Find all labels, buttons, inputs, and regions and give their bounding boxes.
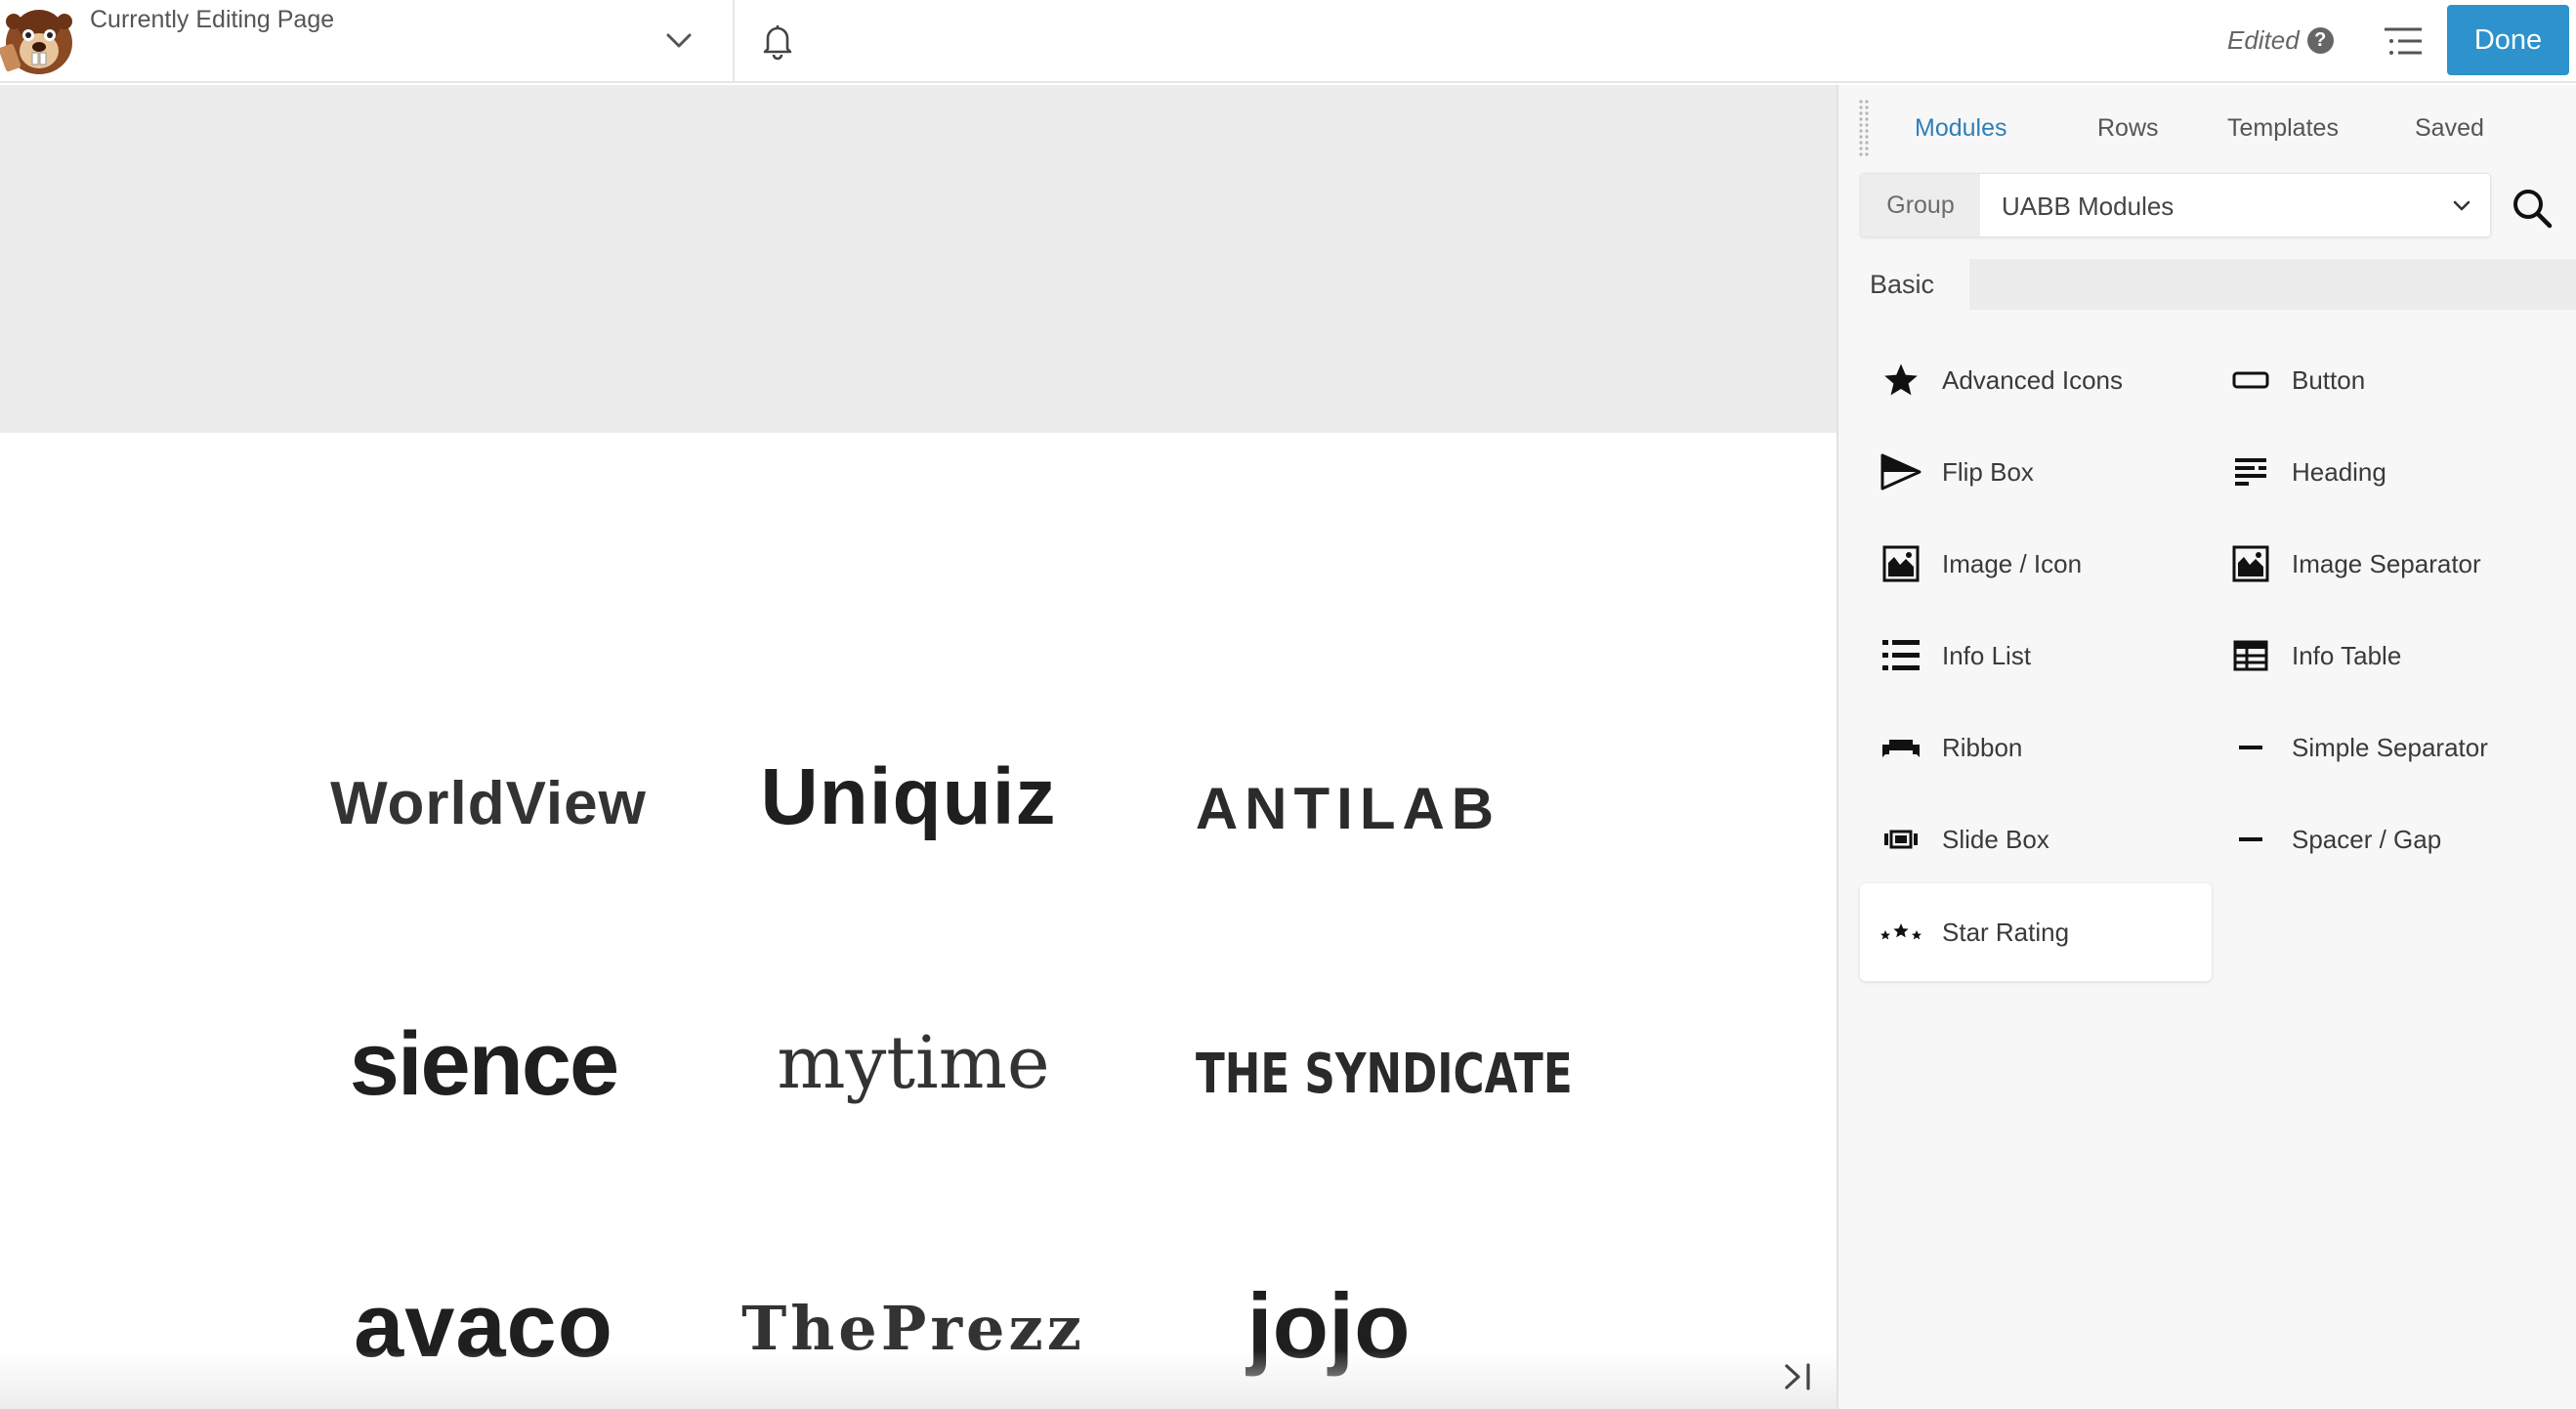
heading-icon — [2229, 450, 2272, 493]
collapse-panel-icon[interactable] — [1778, 1357, 1817, 1396]
tab-templates[interactable]: Templates — [2227, 114, 2339, 143]
group-select-label: Group — [1861, 174, 1980, 236]
module-ribbon[interactable]: Ribbon — [1860, 704, 2212, 791]
client-logo-mytime: mytime — [777, 1021, 1050, 1105]
star-icon — [1879, 359, 1922, 402]
module-label: Heading — [2292, 456, 2386, 487]
module-heading[interactable]: Heading — [2212, 428, 2554, 516]
client-logo-theprezz: ThePrezz — [741, 1293, 1085, 1364]
module-label: Simple Separator — [2292, 732, 2488, 762]
client-logo-sience: sience — [349, 1014, 619, 1114]
done-button[interactable]: Done — [2447, 5, 2569, 75]
star-rating-icon — [1879, 911, 1922, 954]
page-title: Currently Editing Page — [90, 6, 335, 33]
module-label: Ribbon — [1942, 732, 2023, 762]
module-flip-box[interactable]: Flip Box — [1860, 428, 2212, 516]
chevron-down-icon[interactable] — [656, 21, 701, 61]
panel-drag-handle[interactable] — [1858, 99, 1870, 157]
module-advanced-icons[interactable]: Advanced Icons — [1860, 336, 2212, 424]
ribbon-icon — [1879, 726, 1922, 769]
list-icon — [1879, 634, 1922, 677]
module-button[interactable]: Button — [2212, 336, 2554, 424]
client-logo-worldview: WorldView — [330, 770, 647, 837]
client-logo-avaco: avaco — [354, 1276, 613, 1376]
table-icon — [2229, 634, 2272, 677]
module-label: Info Table — [2292, 640, 2402, 670]
outline-list-icon[interactable] — [2376, 18, 2430, 64]
page-canvas[interactable]: WorldView Uniquiz ANTILAB sience mytime … — [0, 85, 1837, 1409]
client-logo-the-syndicate: THE SYNDICATE — [1196, 1043, 1573, 1106]
edited-status: Edited ? — [2227, 25, 2334, 56]
tab-saved[interactable]: Saved — [2415, 114, 2484, 143]
module-info-table[interactable]: Info Table — [2212, 612, 2554, 700]
module-label: Image Separator — [2292, 548, 2481, 578]
search-icon[interactable] — [2505, 181, 2559, 235]
module-simple-separator[interactable]: Simple Separator — [2212, 704, 2554, 791]
edited-label: Edited — [2227, 25, 2300, 55]
module-label: Advanced Icons — [1942, 364, 2124, 395]
topbar-divider — [733, 0, 735, 83]
module-label: Info List — [1942, 640, 2032, 670]
module-label: Star Rating — [1942, 917, 2070, 947]
tab-modules[interactable]: Modules — [1915, 114, 2007, 143]
group-select-value: UABB Modules — [2002, 192, 2175, 221]
flip-box-icon — [1879, 450, 1922, 493]
module-slide-box[interactable]: Slide Box — [1860, 795, 2212, 883]
client-logo-uniquiz: Uniquiz — [760, 752, 1057, 841]
top-bar: Currently Editing Page Edited ? Done — [0, 0, 2576, 83]
module-image-icon[interactable]: Image / Icon — [1860, 520, 2212, 608]
chevron-down-icon — [2447, 192, 2476, 221]
help-icon[interactable]: ? — [2306, 27, 2334, 54]
button-icon — [2229, 359, 2272, 402]
module-label: Spacer / Gap — [2292, 824, 2442, 854]
beaver-logo-icon[interactable] — [0, 2, 78, 78]
client-logo-antilab: ANTILAB — [1195, 776, 1501, 841]
module-label: Slide Box — [1942, 824, 2049, 854]
image-icon — [1879, 542, 1922, 585]
module-info-list[interactable]: Info List — [1860, 612, 2212, 700]
bell-icon[interactable] — [756, 18, 799, 64]
module-image-separator[interactable]: Image Separator — [2212, 520, 2554, 608]
client-logo-jojo: jojo — [1246, 1274, 1411, 1377]
canvas-header-row[interactable] — [0, 85, 1837, 433]
group-select[interactable]: Group UABB Modules — [1860, 173, 2491, 237]
tab-rows[interactable]: Rows — [2097, 114, 2159, 143]
content-panel: Modules Rows Templates Saved Group UABB … — [1837, 85, 2576, 1409]
spacer-icon — [2229, 818, 2272, 861]
image-icon — [2229, 542, 2272, 585]
module-label: Image / Icon — [1942, 548, 2083, 578]
separator-icon — [2229, 726, 2272, 769]
module-label: Button — [2292, 364, 2366, 395]
module-label: Flip Box — [1942, 456, 2034, 487]
section-tab-basic[interactable]: Basic — [1838, 259, 1969, 310]
module-spacer-gap[interactable]: Spacer / Gap — [2212, 795, 2554, 883]
module-star-rating[interactable]: Star Rating — [1860, 883, 2212, 981]
slide-box-icon — [1879, 818, 1922, 861]
